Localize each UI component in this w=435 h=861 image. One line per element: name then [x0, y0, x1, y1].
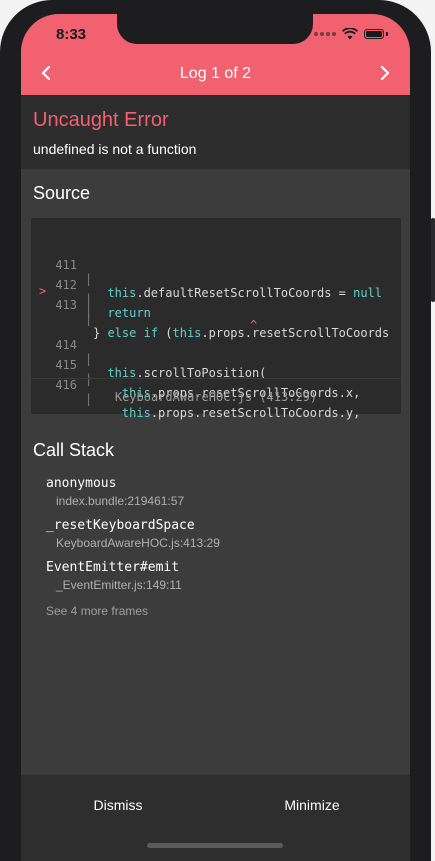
stack-frame[interactable]: anonymous index.bundle:219461:57 [46, 476, 184, 508]
chevron-right-icon [380, 65, 390, 81]
stack-frame-function: anonymous [46, 476, 117, 491]
line-gutter: | [85, 372, 93, 386]
error-title: Uncaught Error [33, 109, 169, 131]
notch [117, 14, 313, 44]
code-divider [31, 378, 401, 379]
next-log-button[interactable] [374, 62, 396, 84]
code-line-highlighted: > 413 | } else if (this.props.resetScrol… [31, 270, 401, 340]
code-line: 411 | this.defaultResetScrollToCoords = … [31, 230, 401, 300]
code-line: 412 | return [31, 250, 401, 320]
stack-frame-location: KeyboardAwareHOC.js:413:29 [56, 536, 220, 550]
log-counter-title: Log 1 of 2 [179, 65, 252, 82]
code-line-caret: | ^ [31, 290, 401, 332]
status-time: 8:33 [56, 26, 87, 43]
stack-frame-function: EventEmitter#emit [46, 560, 180, 575]
code-line: 414 | this.scrollToPosition( [31, 310, 401, 380]
error-summary: Uncaught Error undefined is not a functi… [21, 95, 410, 169]
side-button [431, 218, 435, 302]
status-icons [314, 28, 388, 40]
battery-icon [364, 29, 384, 39]
call-stack-heading: Call Stack [33, 440, 115, 460]
see-more-frames-link[interactable]: See 4 more frames [46, 604, 148, 618]
code-line: 416 | this.props.resetScrollToCoords.y, [31, 350, 401, 420]
stack-frame-location: _EventEmitter.js:149:11 [56, 578, 182, 592]
screen: 8:33 Log 1 of 2 Uncaught Error undefined… [21, 14, 410, 861]
home-indicator [147, 843, 283, 848]
stack-frame[interactable]: EventEmitter#emit _EventEmitter.js:149:1… [46, 560, 182, 592]
signal-icon [314, 32, 336, 36]
error-message: undefined is not a function [33, 141, 197, 157]
battery-tip [386, 32, 388, 36]
stack-frame-location: index.bundle:219461:57 [56, 494, 185, 508]
wifi-icon [342, 28, 358, 40]
minimize-button[interactable]: Minimize [215, 793, 409, 817]
stack-frame[interactable]: _resetKeyboardSpace KeyboardAwareHOC.js:… [46, 518, 220, 550]
dismiss-button[interactable]: Dismiss [21, 793, 215, 817]
line-code: this.props.resetScrollToCoords.y, [121, 406, 361, 420]
source-heading: Source [33, 183, 91, 203]
log-header: 8:33 Log 1 of 2 [21, 14, 410, 95]
log-footer: Dismiss Minimize [21, 775, 410, 861]
source-file-location[interactable]: KeyboardAwareHOC.js (413:29) [31, 390, 401, 404]
stack-frame-function: _resetKeyboardSpace [46, 518, 195, 533]
code-line: 415 | this.props.resetScrollToCoords.x, [31, 330, 401, 400]
source-code-frame: 411 | this.defaultResetScrollToCoords = … [31, 218, 401, 420]
